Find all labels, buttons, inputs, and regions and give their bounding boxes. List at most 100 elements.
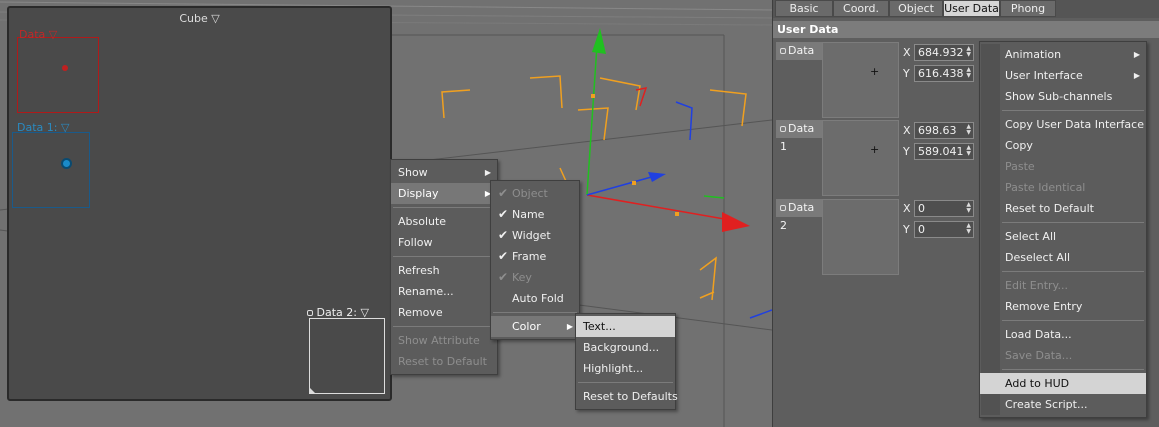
chevron-down-icon: ▽ [60, 121, 70, 134]
keyframe-dot-icon[interactable] [780, 126, 786, 132]
menu-item-edit-entry[interactable]: Edit Entry... [980, 275, 1146, 296]
spinner-icon[interactable]: ▲ ▼ [966, 223, 971, 235]
menu-separator [1002, 369, 1144, 370]
menu-item-widget[interactable]: ✔ Widget [491, 225, 579, 246]
crosshair-icon[interactable] [61, 158, 72, 169]
tab-basic[interactable]: Basic [775, 0, 833, 17]
menu-separator [1002, 110, 1144, 111]
spinner-icon[interactable]: ▲ ▼ [966, 145, 971, 157]
crosshair-icon: + [870, 65, 880, 78]
menu-item-add-to-hud[interactable]: Add to HUD [980, 373, 1146, 394]
menu-item-select-all[interactable]: Select All [980, 226, 1146, 247]
tab-coord[interactable]: Coord. [833, 0, 889, 17]
chevron-down-icon: ▽ [48, 28, 58, 41]
tab-phong[interactable]: Phong [1000, 0, 1056, 17]
menu-item-show-sub-channels[interactable]: Show Sub-channels [980, 86, 1146, 107]
menu-item-show[interactable]: Show ▶ [391, 162, 497, 183]
menu-item-name[interactable]: ✔ Name [491, 204, 579, 225]
keyframe-dot-icon[interactable] [780, 48, 786, 54]
menu-item-absolute[interactable]: Absolute [391, 211, 497, 232]
entry-data1-preview[interactable]: + [822, 120, 899, 196]
entry-data2-label[interactable]: Data 2 [776, 199, 822, 232]
chevron-right-icon: ▶ [566, 322, 573, 331]
hud-data-widget[interactable] [62, 65, 68, 71]
resize-handle-icon[interactable] [310, 388, 315, 393]
entry-data-preview[interactable]: + [822, 42, 899, 118]
crosshair-icon: + [870, 143, 880, 156]
menu-item-load-data[interactable]: Load Data... [980, 324, 1146, 345]
menu-item-remove[interactable]: Remove [391, 302, 497, 323]
keyframe-dot-icon[interactable] [780, 205, 786, 211]
axis-z-arrow [648, 172, 666, 182]
entry-data-label[interactable]: Data [776, 42, 822, 60]
hud-context-menu: Show ▶ Display ▶ Absolute Follow Refresh R… [390, 159, 498, 375]
menu-item-frame[interactable]: ✔ Frame [491, 246, 579, 267]
menu-separator [578, 382, 673, 383]
entry-data1-x-field[interactable]: 698.63 ▲ ▼ [914, 122, 974, 139]
menu-item-reset-to-default[interactable]: Reset to Default [391, 351, 497, 372]
menu-item-user-interface[interactable]: User Interface ▶ [980, 65, 1146, 86]
menu-item-reset-to-defaults[interactable]: Reset to Defaults [576, 386, 678, 407]
tab-user-data[interactable]: User Data [943, 0, 1000, 17]
menu-item-text-color[interactable]: Text... [576, 316, 675, 337]
menu-item-show-attribute[interactable]: Show Attribute [391, 330, 497, 351]
axis-y-line [586, 44, 598, 196]
menu-separator [1002, 271, 1144, 272]
entry-data2-y-field[interactable]: 0 ▲ ▼ [914, 221, 974, 238]
entry-data2-preview[interactable] [822, 199, 899, 275]
viewport-3d[interactable]: Cube ▽ Data ▽ Data 1: ▽ Data 2: ▽ Show ▶ … [0, 0, 772, 427]
checkmark-icon: ✔ [498, 186, 509, 200]
hud-data1-frame[interactable] [12, 132, 90, 208]
hud-title-label: Cube [179, 12, 208, 25]
menu-separator [393, 207, 495, 208]
spinner-icon[interactable]: ▲ ▼ [966, 46, 971, 58]
menu-item-animation[interactable]: Animation ▶ [980, 44, 1146, 65]
chevron-right-icon: ▶ [1133, 71, 1140, 80]
color-submenu: Text... Background... Highlight... Reset… [575, 313, 678, 410]
x-label: X [903, 46, 911, 59]
menu-item-color[interactable]: Color ▶ [491, 316, 579, 337]
tab-object[interactable]: Object [889, 0, 943, 17]
spinner-icon[interactable]: ▲ ▼ [966, 67, 971, 79]
entry-data-x-field[interactable]: 684.932 ▲ ▼ [914, 44, 974, 61]
hud-data2-frame[interactable] [309, 318, 385, 394]
hud-data-frame[interactable] [17, 37, 99, 113]
menu-item-paste[interactable]: Paste [980, 156, 1146, 177]
entry-data1-y-field[interactable]: 589.041 ▲ ▼ [914, 143, 974, 160]
menu-item-deselect-all[interactable]: Deselect All [980, 247, 1146, 268]
checkmark-icon: ✔ [498, 207, 509, 221]
menu-separator [393, 256, 495, 257]
menu-item-background-color[interactable]: Background... [576, 337, 675, 358]
spinner-icon[interactable]: ▲ ▼ [966, 202, 971, 214]
menu-item-display[interactable]: Display ▶ [391, 183, 497, 204]
spinner-icon[interactable]: ▲ ▼ [966, 124, 971, 136]
menu-item-follow[interactable]: Follow [391, 232, 497, 253]
menu-item-auto-fold[interactable]: Auto Fold [491, 288, 579, 309]
hud-panel[interactable]: Cube ▽ Data ▽ Data 1: ▽ Data 2: ▽ [7, 6, 392, 401]
menu-item-copy[interactable]: Copy [980, 135, 1146, 156]
entry-data1-label[interactable]: Data 1 [776, 120, 822, 153]
menu-item-object[interactable]: ✔ Object [491, 183, 579, 204]
menu-item-highlight-color[interactable]: Highlight... [576, 358, 675, 379]
menu-item-save-data[interactable]: Save Data... [980, 345, 1146, 366]
y-label: Y [903, 223, 910, 236]
y-label: Y [903, 145, 910, 158]
hud-title[interactable]: Cube ▽ [9, 12, 390, 25]
menu-item-copy-user-data-interface[interactable]: Copy User Data Interface [980, 114, 1146, 135]
checkmark-icon: ✔ [498, 228, 509, 242]
x-label: X [903, 202, 911, 215]
chevron-right-icon: ▶ [1133, 50, 1140, 59]
menu-item-paste-identical[interactable]: Paste Identical [980, 177, 1146, 198]
entry-data2-x-field[interactable]: 0 ▲ ▼ [914, 200, 974, 217]
menu-item-remove-entry[interactable]: Remove Entry [980, 296, 1146, 317]
menu-item-refresh[interactable]: Refresh [391, 260, 497, 281]
menu-item-rename[interactable]: Rename... [391, 281, 497, 302]
axis-x-line [586, 194, 731, 221]
entry-data-y-field[interactable]: 616.438 ▲ ▼ [914, 65, 974, 82]
user-data-context-menu: Animation ▶ User Interface ▶ Show Sub-chan… [979, 41, 1147, 418]
menu-item-reset-to-default[interactable]: Reset to Default [980, 198, 1146, 219]
menu-item-key[interactable]: ✔ Key [491, 267, 579, 288]
menu-item-create-script[interactable]: Create Script... [980, 394, 1146, 415]
menu-separator [1002, 222, 1144, 223]
display-submenu: ✔ Object ✔ Name ✔ Widget ✔ Frame ✔ Key Auto F… [490, 180, 580, 340]
